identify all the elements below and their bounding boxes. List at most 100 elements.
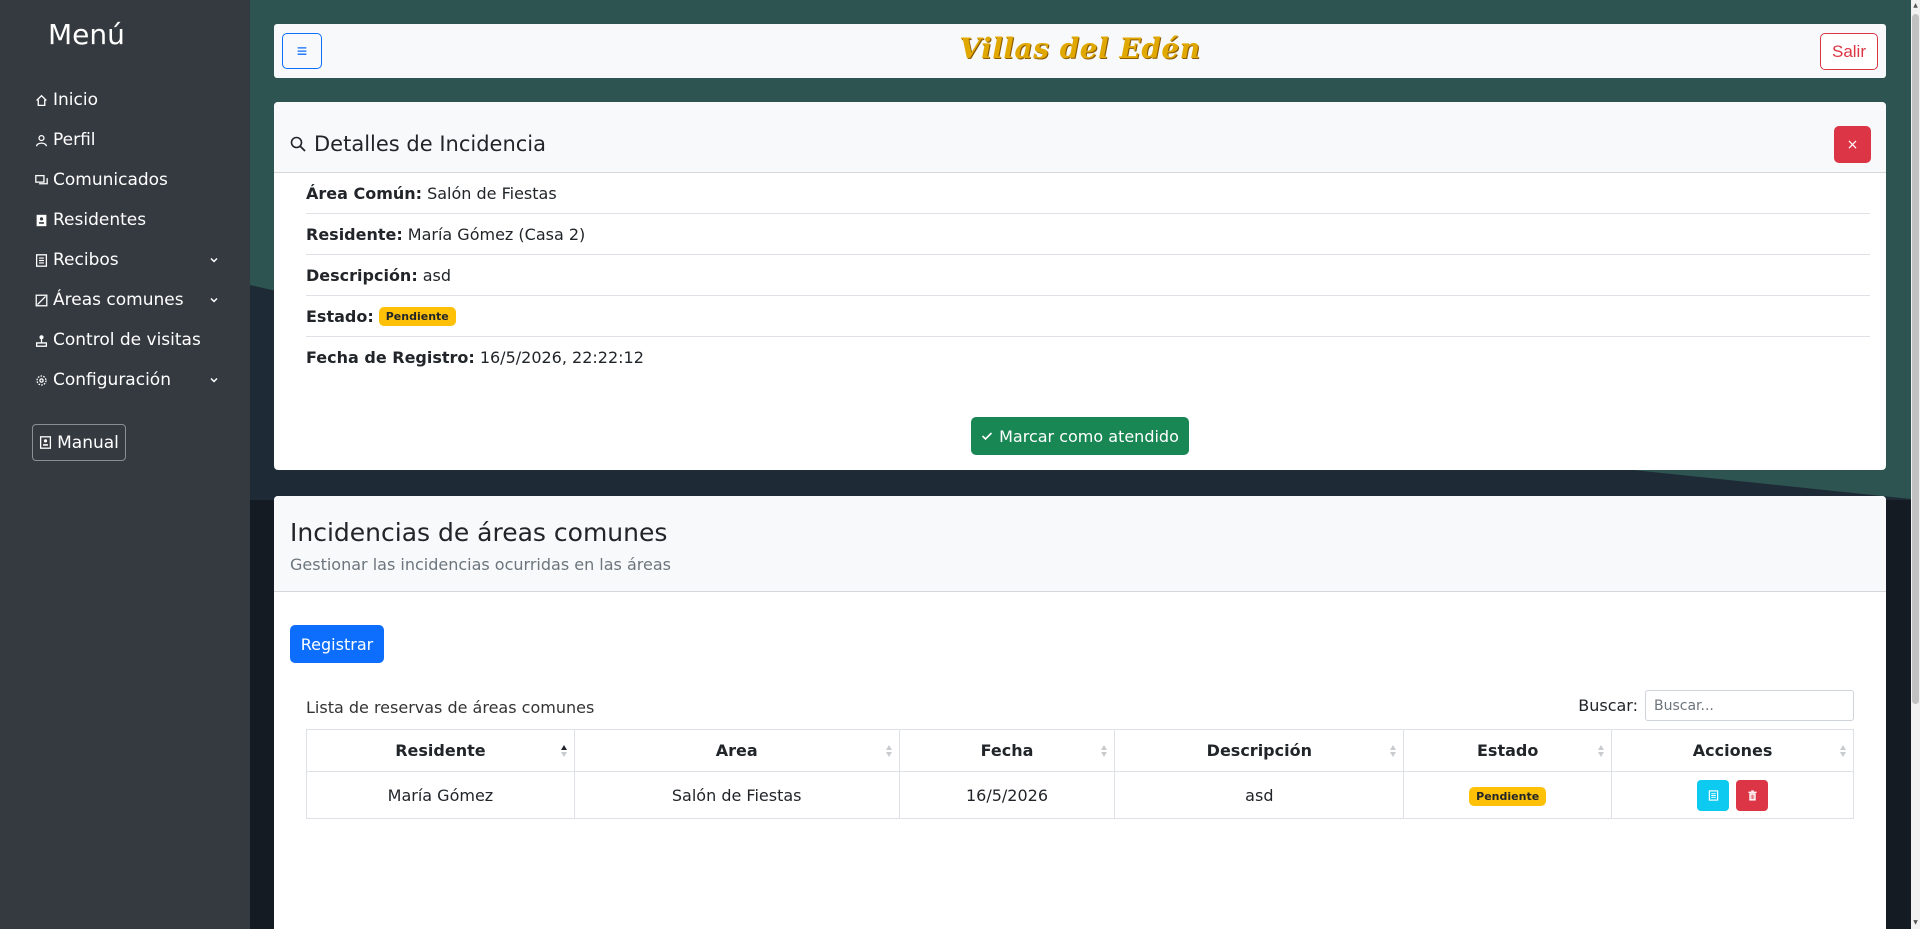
search-input[interactable] [1645, 690, 1854, 721]
sidebar-item-label: Áreas comunes [53, 290, 184, 310]
detail-label: Residente: [306, 224, 403, 244]
detail-area: Área Común: Salón de Fiestas [306, 173, 1870, 214]
column-header-label: Descripción [1206, 741, 1312, 760]
status-badge: Pendiente [378, 306, 456, 326]
detail-resident: Residente: María Gómez (Casa 2) [306, 214, 1870, 255]
address-book-icon [33, 212, 49, 228]
column-header-residente[interactable]: Residente [306, 729, 575, 772]
chevron-down-icon [208, 294, 220, 306]
column-header-label: Area [715, 741, 758, 760]
cell-area: Salón de Fiestas [573, 771, 900, 819]
view-button[interactable] [1697, 779, 1729, 811]
details-header: Detalles de Incidencia × [274, 102, 1886, 173]
sidebar-item-residentes[interactable]: Residentes [0, 200, 250, 240]
sidebar-item-comunicados[interactable]: Comunicados [0, 160, 250, 200]
column-header-acciones[interactable]: Acciones [1611, 729, 1854, 772]
sort-icon [885, 745, 892, 757]
table-row: María Gómez Salón de Fiestas 16/5/2026 a… [306, 771, 1854, 819]
detail-label: Descripción: [306, 265, 418, 285]
brand-logo: Villas del Edén [959, 32, 1201, 65]
sidebar-item-label: Recibos [53, 250, 119, 270]
scroll-thumb[interactable] [1912, 14, 1919, 704]
column-header-fecha[interactable]: Fecha [898, 729, 1116, 772]
manual-icon [40, 436, 52, 449]
incidents-list-card: Incidencias de áreas comunes Gestionar l… [274, 496, 1886, 929]
cell-status: Pendiente [1403, 771, 1613, 819]
detail-date: Fecha de Registro: 16/5/2026, 22:22:12 [306, 337, 1870, 378]
sidebar-nav: Inicio Perfil Comunicados Residentes Rec… [0, 80, 250, 400]
detail-description: Descripción: asd [306, 255, 1870, 296]
cell-date: 16/5/2026 [898, 771, 1116, 819]
list-icon [1708, 789, 1718, 801]
status-badge: Pendiente [1469, 786, 1547, 806]
column-header-label: Residente [395, 741, 486, 760]
details-title: Detalles de Incidencia [290, 132, 546, 156]
sidebar-item-label: Residentes [53, 210, 147, 230]
close-button[interactable]: × [1834, 126, 1871, 163]
sidebar-item-label: Perfil [53, 130, 96, 150]
sort-icon [1101, 745, 1108, 757]
sidebar-item-control-visitas[interactable]: Control de visitas [0, 320, 250, 360]
column-header-area[interactable]: Area [573, 729, 900, 772]
incident-details-card: Detalles de Incidencia × Área Común: Sal… [274, 102, 1886, 470]
sidebar-item-configuracion[interactable]: Configuración [0, 360, 250, 400]
sidebar-item-inicio[interactable]: Inicio [0, 80, 250, 120]
detail-label: Fecha de Registro: [306, 348, 475, 367]
cell-description: asd [1114, 771, 1405, 819]
manual-label: Manual [57, 432, 119, 453]
column-header-label: Acciones [1692, 741, 1773, 760]
list-title: Incidencias de áreas comunes [290, 518, 668, 547]
chevron-down-icon [208, 374, 220, 386]
gear-icon [33, 372, 49, 388]
top-navbar: ≡ Villas del Edén Salir [274, 24, 1886, 78]
table-header-row: Residente Area Fecha Descripción Estado [306, 729, 1854, 772]
area-icon [33, 292, 49, 308]
sidebar-item-areas-comunes[interactable]: Áreas comunes [0, 280, 250, 320]
details-list: Área Común: Salón de Fiestas Residente: … [274, 173, 1886, 378]
detail-label: Área Común: [306, 183, 423, 203]
scroll-up-arrow[interactable]: ▲ [1912, 2, 1919, 10]
sidebar-item-perfil[interactable]: Perfil [0, 120, 250, 160]
sidebar-item-label: Comunicados [53, 170, 168, 190]
visits-icon [33, 332, 49, 348]
detail-value: Salón de Fiestas [427, 183, 557, 203]
sidebar-item-label: Configuración [53, 370, 171, 390]
column-header-descripcion[interactable]: Descripción [1114, 729, 1405, 772]
detail-value: María Gómez (Casa 2) [407, 224, 586, 244]
detail-status: Estado: Pendiente [306, 296, 1870, 337]
page-scrollbar[interactable]: ▲ ▼ [1911, 0, 1920, 929]
detail-value: 16/5/2026, 22:22:12 [479, 348, 644, 367]
sort-icon [1598, 745, 1605, 757]
delete-button[interactable] [1736, 779, 1769, 811]
sidebar-item-label: Inicio [53, 90, 98, 110]
receipt-icon [33, 252, 49, 268]
sidebar-item-recibos[interactable]: Recibos [0, 240, 250, 280]
detail-value: asd [422, 265, 452, 285]
search-label: Buscar: [1578, 696, 1638, 715]
register-button[interactable]: Registrar [290, 625, 384, 663]
table-caption: Lista de reservas de áreas comunes [306, 698, 595, 717]
cell-resident: María Gómez [306, 771, 575, 819]
list-header: Incidencias de áreas comunes Gestionar l… [274, 496, 1886, 592]
column-header-estado[interactable]: Estado [1403, 729, 1613, 772]
sort-icon [1390, 745, 1397, 757]
mark-attended-label: Marcar como atendido [999, 426, 1179, 446]
column-header-label: Estado [1477, 741, 1539, 760]
cell-actions [1611, 771, 1854, 819]
mark-attended-button[interactable]: Marcar como atendido [971, 417, 1189, 455]
manual-button[interactable]: Manual [32, 424, 126, 461]
details-title-text: Detalles de Incidencia [314, 132, 547, 156]
column-header-label: Fecha [980, 741, 1034, 760]
person-icon [33, 132, 49, 148]
sort-asc-icon [560, 745, 567, 757]
check-icon [982, 432, 993, 441]
chat-icon [33, 172, 49, 188]
sidebar: Menú Inicio Perfil Comunicados Residente… [0, 0, 250, 929]
scroll-down-arrow[interactable]: ▼ [1912, 919, 1919, 927]
logout-button[interactable]: Salir [1820, 33, 1878, 70]
trash-icon [1747, 789, 1757, 801]
incidents-table: Residente Area Fecha Descripción Estado [306, 729, 1854, 819]
sidebar-item-label: Control de visitas [53, 330, 201, 350]
chevron-down-icon [208, 254, 220, 266]
search-icon [290, 136, 306, 152]
